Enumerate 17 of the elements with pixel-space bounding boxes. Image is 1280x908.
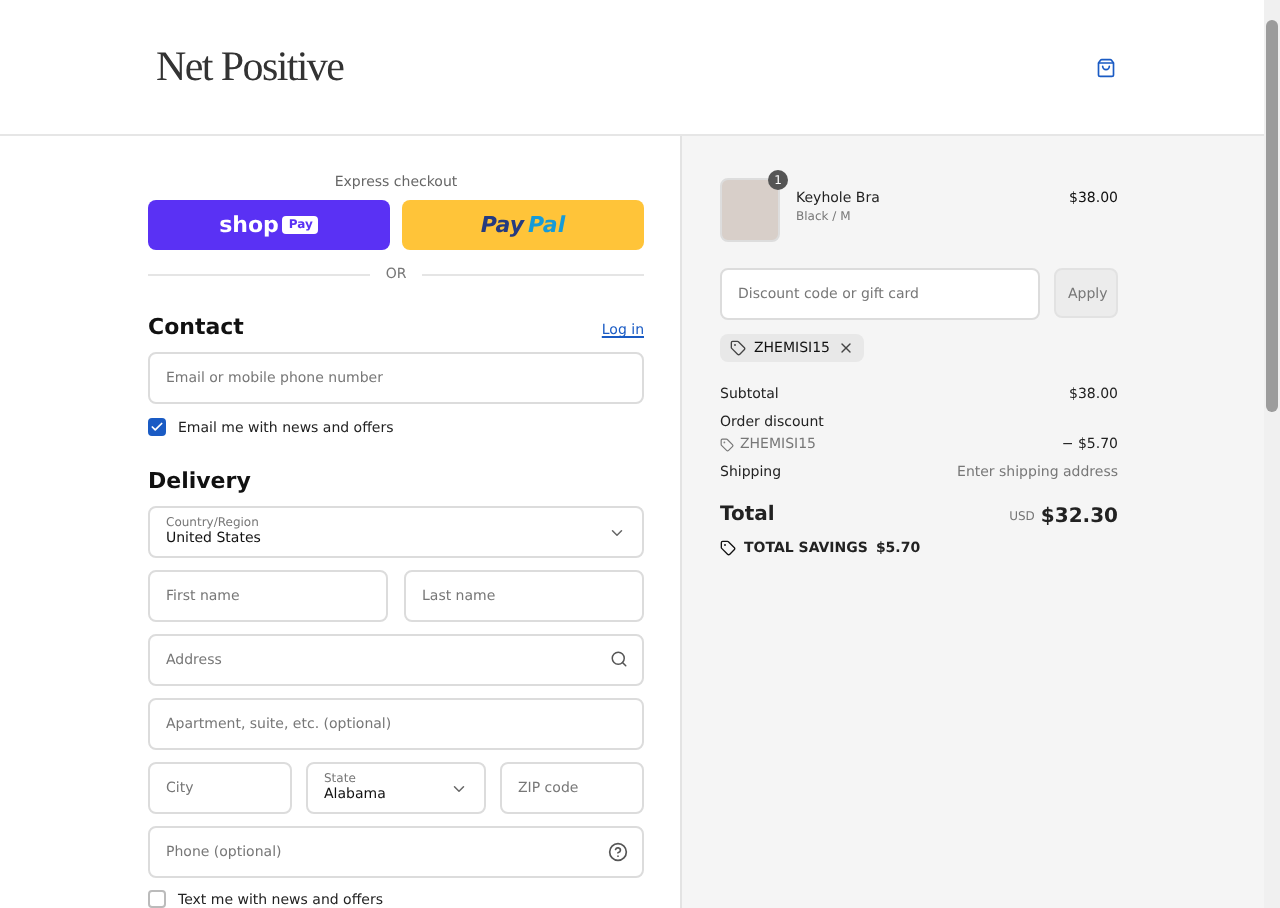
store-logo[interactable]: Net Positive bbox=[156, 42, 344, 92]
scrollbar-thumb[interactable] bbox=[1266, 20, 1278, 412]
shopping-bag-icon[interactable] bbox=[1096, 57, 1116, 77]
tag-icon bbox=[720, 540, 736, 556]
section-heading: Delivery bbox=[148, 468, 251, 494]
checkbox[interactable] bbox=[148, 890, 166, 908]
checkbox[interactable] bbox=[148, 418, 166, 436]
total-value: $32.30 bbox=[1040, 506, 1118, 528]
photo-placeholder bbox=[720, 178, 780, 242]
section-heading: Contact bbox=[148, 314, 244, 340]
paypal-button[interactable]: Pay Pal bbox=[402, 200, 644, 250]
search-icon bbox=[610, 650, 628, 668]
tag-icon bbox=[730, 340, 746, 356]
help-icon[interactable] bbox=[608, 842, 628, 862]
tag-icon bbox=[720, 437, 734, 451]
close-icon[interactable] bbox=[838, 340, 855, 356]
total-label: Total bbox=[720, 504, 775, 526]
